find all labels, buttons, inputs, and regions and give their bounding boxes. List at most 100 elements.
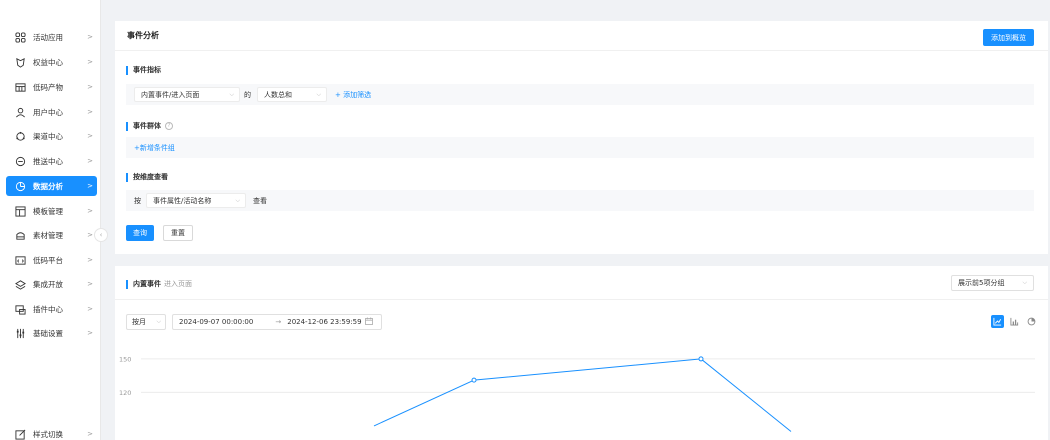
section-event-metric: 事件指标 <box>126 65 161 75</box>
by-text: 按 <box>134 196 141 205</box>
period-select[interactable]: 按月 ⌵ <box>126 314 166 330</box>
view-text: 查看 <box>253 196 267 205</box>
sidebar-item-10[interactable]: 集成开放 > <box>6 274 97 294</box>
dimension-row: 按 事件属性/活动名称 ⌵ 查看 <box>126 190 1034 211</box>
chevron-right-icon: > <box>87 58 93 66</box>
sidebar-item-7[interactable]: 模板管理 > <box>6 201 97 221</box>
series-line <box>373 358 792 432</box>
chevron-right-icon: > <box>87 132 93 140</box>
bar-chart-icon[interactable] <box>1008 315 1021 328</box>
chevron-down-icon: ⌵ <box>316 90 321 98</box>
table-icon <box>14 81 26 93</box>
channel-icon <box>14 130 26 142</box>
section-title: 按维度查看 <box>133 173 168 181</box>
sidebar-item-11[interactable]: 插件中心 > <box>6 299 97 319</box>
chevron-right-icon: > <box>87 157 93 165</box>
style-switch-item[interactable]: 样式切换 > <box>6 424 97 440</box>
sidebar-item-label: 用户中心 <box>33 107 63 117</box>
line-chart: 150 120 <box>119 355 1035 432</box>
sidebar-item-2[interactable]: 低码产物 > <box>6 77 97 97</box>
plugin-icon <box>14 303 26 315</box>
sidebar-item-3[interactable]: 用户中心 > <box>6 102 97 122</box>
metric-row: 内置事件/进入页面 ⌵ 的 人数总和 ⌵ + 添加筛选 <box>126 84 1034 105</box>
date-end: 2024-12-06 23:59:59 <box>287 318 362 326</box>
user-icon <box>14 106 26 118</box>
dimension-select[interactable]: 事件属性/活动名称 ⌵ <box>146 193 246 208</box>
chevron-right-icon: > <box>87 256 93 264</box>
code-icon <box>14 254 26 266</box>
add-to-overview-button[interactable]: 添加到概览 <box>983 29 1034 46</box>
layers-icon <box>14 278 26 290</box>
result-header: 内置事件 进入页面 展示前5项分组 ⌵ <box>115 266 1048 300</box>
style-switch-icon <box>14 428 26 440</box>
reset-button[interactable]: 重置 <box>163 225 193 241</box>
add-filter-link[interactable]: + 添加筛选 <box>335 90 371 100</box>
result-subtitle: 进入页面 <box>164 280 192 288</box>
chevron-right-icon: > <box>87 182 93 190</box>
event-select-value: 内置事件/进入页面 <box>141 90 200 99</box>
result-card: 内置事件 进入页面 展示前5项分组 ⌵ 按月 ⌵ 2024-09-07 00:0… <box>115 266 1048 440</box>
event-analysis-card: 事件分析 添加到概览 事件指标 内置事件/进入页面 ⌵ 的 人数总和 ⌵ + 添… <box>115 21 1048 254</box>
sidebar-item-6[interactable]: 数据分析 > <box>6 176 97 196</box>
section-marker <box>126 121 128 131</box>
section-marker <box>126 65 128 75</box>
template-icon <box>14 205 26 217</box>
line-chart-icon[interactable] <box>991 315 1004 328</box>
group-count-value: 展示前5项分组 <box>958 279 1005 287</box>
date-range-picker[interactable]: 2024-09-07 00:00:00 → 2024-12-06 23:59:5… <box>172 314 382 330</box>
sidebar-item-4[interactable]: 渠道中心 > <box>6 126 97 146</box>
arrow-right-icon: → <box>275 318 282 326</box>
chevron-down-icon: ⌵ <box>156 318 161 325</box>
sidebar-item-1[interactable]: 权益中心 > <box>6 52 97 72</box>
sidebar-item-label: 推送中心 <box>33 156 63 166</box>
section-title: 事件群体 <box>133 122 161 130</box>
material-icon <box>14 229 26 241</box>
event-select[interactable]: 内置事件/进入页面 ⌵ <box>134 87 240 102</box>
section-marker <box>126 172 128 182</box>
badge-icon <box>14 56 26 68</box>
result-title-text: 内置事件 <box>133 280 161 288</box>
sidebar-item-8[interactable]: 素材管理 > <box>6 225 97 245</box>
measure-select[interactable]: 人数总和 ⌵ <box>257 87 327 102</box>
query-button[interactable]: 查询 <box>126 225 154 241</box>
sidebar-collapse-button[interactable]: ‹ <box>94 228 108 242</box>
sidebar-item-0[interactable]: 活动应用 > <box>6 27 97 47</box>
data-point[interactable] <box>698 356 704 362</box>
sidebar-item-label: 低码平台 <box>33 255 63 265</box>
settings-sliders-icon <box>14 327 26 339</box>
chevron-right-icon: > <box>87 33 93 41</box>
sidebar-item-label: 低码产物 <box>33 82 63 92</box>
sidebar-item-label: 集成开放 <box>33 279 63 289</box>
add-condition-group-link[interactable]: +新增条件组 <box>134 143 175 153</box>
group-row: +新增条件组 <box>126 137 1034 158</box>
chevron-down-icon: ⌵ <box>229 90 234 98</box>
y-tick-label: 120 <box>119 389 131 397</box>
chevron-right-icon: > <box>87 280 93 288</box>
section-marker <box>126 279 128 289</box>
pie-chart-icon <box>14 180 26 192</box>
sidebar-item-label: 权益中心 <box>33 57 63 67</box>
pie-chart-icon[interactable] <box>1025 315 1038 328</box>
sidebar-item-12[interactable]: 基础设置 > <box>6 323 97 343</box>
sidebar-item-9[interactable]: 低码平台 > <box>6 250 97 270</box>
data-point[interactable] <box>471 377 477 383</box>
chevron-right-icon: > <box>87 108 93 116</box>
help-icon[interactable]: ? <box>165 122 173 130</box>
chevron-down-icon: ⌵ <box>235 196 240 204</box>
chevron-down-icon: ⌵ <box>1022 279 1027 286</box>
chevron-right-icon: > <box>87 329 93 337</box>
group-count-select[interactable]: 展示前5项分组 ⌵ <box>951 275 1034 291</box>
sidebar-item-label: 模板管理 <box>33 206 63 216</box>
dimension-select-value: 事件属性/活动名称 <box>153 196 212 205</box>
message-icon <box>14 155 26 167</box>
card-title: 事件分析 <box>115 21 1048 51</box>
measure-select-value: 人数总和 <box>264 90 292 99</box>
date-start: 2024-09-07 00:00:00 <box>179 318 254 326</box>
section-event-group: 事件群体 ? <box>126 121 173 131</box>
sidebar-item-label: 插件中心 <box>33 304 63 314</box>
sidebar-item-5[interactable]: 推送中心 > <box>6 151 97 171</box>
sidebar-item-label: 素材管理 <box>33 230 63 240</box>
y-tick-label: 150 <box>119 355 131 363</box>
sidebar-item-label: 基础设置 <box>33 328 63 338</box>
section-dimension: 按维度查看 <box>126 172 168 182</box>
